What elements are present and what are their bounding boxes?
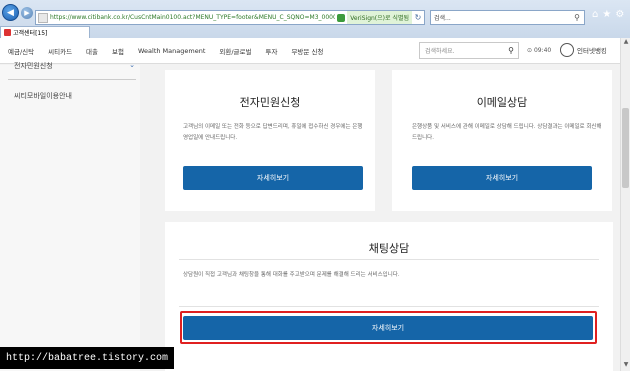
email-detail-button[interactable]: 자세히보기: [412, 166, 592, 190]
chat-description: 상담원이 직접 고객님과 채팅창을 통해 대화를 주고받으며 문제를 해결해 드…: [183, 272, 400, 278]
gear-icon[interactable]: ⚙: [615, 9, 624, 20]
clock-value: 09:40: [533, 47, 552, 54]
address-url[interactable]: https://www.citibank.co.kr/CusCntMain010…: [50, 14, 335, 21]
complaint-card: 전자민원신청 고객님의 이메일 또는 전화 등으로 답변드리며, 휴일에 접수하…: [165, 70, 375, 211]
verisign-badge[interactable]: VeriSign(으)로 식별됨: [347, 11, 412, 24]
menu-insurance[interactable]: 보험: [112, 46, 124, 56]
complaint-detail-button[interactable]: 자세히보기: [183, 166, 363, 190]
site-favicon-icon: [4, 29, 11, 36]
internet-banking-label: 인터넷뱅킹: [577, 47, 607, 55]
site-search-placeholder: 검색하세요.: [425, 48, 455, 55]
refresh-icon[interactable]: ↻: [412, 13, 424, 22]
session-clock: ⊙ 09:40: [527, 47, 552, 54]
browser-search-input[interactable]: 검색... ⚲: [430, 10, 585, 25]
chevron-down-icon: ⌄: [129, 61, 135, 69]
browser-search-placeholder: 검색...: [434, 15, 451, 22]
email-description: 은행상품 및 서비스에 관해 이메일로 상담해 드립니다. 상담결과는 이메일로…: [412, 124, 602, 141]
chat-title: 채팅상담: [368, 242, 410, 255]
search-icon[interactable]: ⚲: [504, 46, 518, 55]
page-icon: [38, 12, 48, 23]
arrow-left-icon: ◀: [7, 7, 14, 18]
site-search-input[interactable]: 검색하세요. ⚲: [419, 42, 519, 59]
home-icon[interactable]: ⌂: [592, 9, 598, 20]
sidebar-divider: [8, 79, 136, 80]
email-card: 이메일상담 은행상품 및 서비스에 관해 이메일로 상담해 드립니다. 상담결과…: [392, 70, 612, 211]
menu-wealth-management[interactable]: Wealth Management: [138, 47, 205, 55]
back-button[interactable]: ◀: [2, 4, 19, 21]
browser-tab[interactable]: 고객센터[15]: [0, 26, 90, 38]
forward-button[interactable]: ▶: [21, 7, 33, 19]
sidebar-item-mobile-guide[interactable]: 씨티모바일이용안내: [14, 91, 72, 101]
user-icon: [560, 43, 574, 57]
menu-forex[interactable]: 외환/글로벌: [219, 46, 251, 56]
email-title: 이메일상담: [476, 96, 528, 109]
divider: [179, 259, 599, 260]
menu-citicard[interactable]: 씨티카드: [48, 46, 72, 56]
address-bar[interactable]: https://www.citibank.co.kr/CusCntMain010…: [35, 10, 425, 25]
chat-card: 채팅상담 상담원이 직접 고객님과 채팅창을 통해 대화를 주고받으며 문제를 …: [165, 222, 613, 371]
highlight-box: [180, 311, 597, 344]
sidebar-item-complaint[interactable]: 전자민원신청 ⌄: [14, 61, 135, 71]
divider: [179, 306, 599, 307]
sidebar: 전자민원신청 ⌄ 씨티모바일이용안내: [0, 61, 140, 371]
complaint-title: 전자민원신청: [239, 96, 301, 109]
lock-icon: [337, 13, 346, 22]
search-icon[interactable]: ⚲: [570, 13, 584, 22]
browser-chrome: ◀ ▶ https://www.citibank.co.kr/CusCntMai…: [0, 0, 630, 38]
sidebar-item-label: 씨티모바일이용안내: [14, 92, 72, 100]
menu-loan[interactable]: 대출: [86, 46, 98, 56]
sidebar-item-label: 전자민원신청: [14, 62, 53, 70]
menu-investment[interactable]: 투자: [265, 46, 277, 56]
watermark: http://babatree.tistory.com: [0, 347, 175, 369]
browser-toolbar: ⌂ ★ ⚙: [592, 9, 624, 20]
scroll-up-icon[interactable]: ▲: [621, 38, 630, 48]
tab-title: 고객센터[15]: [13, 30, 48, 37]
internet-banking-link[interactable]: 인터넷뱅킹: [560, 43, 607, 57]
menu-deposit[interactable]: 예금/신탁: [8, 46, 34, 56]
star-icon[interactable]: ★: [602, 9, 611, 20]
complaint-description: 고객님의 이메일 또는 전화 등으로 답변드리며, 휴일에 접수하신 경우에는 …: [183, 124, 363, 141]
arrow-right-icon: ▶: [24, 9, 30, 17]
vertical-scrollbar[interactable]: ▲ ▼: [620, 38, 630, 371]
menu-no-visit[interactable]: 무방문 신청: [291, 46, 323, 56]
scroll-down-icon[interactable]: ▼: [621, 361, 630, 371]
scroll-thumb[interactable]: [622, 108, 629, 188]
